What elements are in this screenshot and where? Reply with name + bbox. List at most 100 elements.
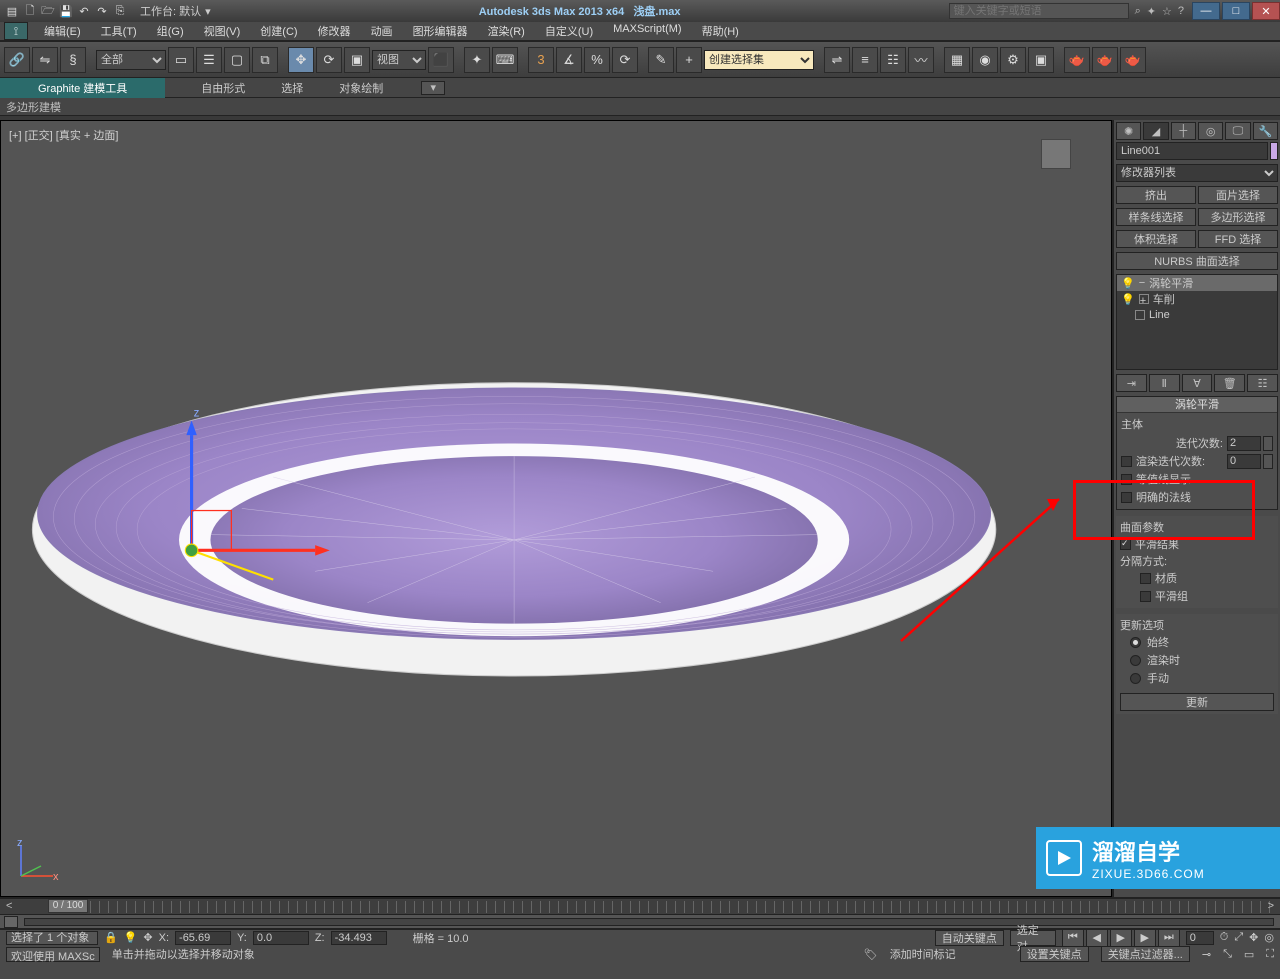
iterations-input[interactable] xyxy=(1227,436,1261,451)
help-search-input[interactable] xyxy=(949,3,1129,19)
utilities-tab-icon[interactable]: 🔧 xyxy=(1253,122,1278,140)
make-unique-icon[interactable]: ∀ xyxy=(1182,374,1213,392)
y-input[interactable] xyxy=(253,931,309,945)
nav-orbit-icon[interactable]: ◎ xyxy=(1264,931,1274,944)
new-icon[interactable]: 🗋 xyxy=(22,3,38,19)
current-frame-input[interactable] xyxy=(1186,931,1214,945)
render-iter-icon[interactable]: 🫖 xyxy=(1092,47,1118,73)
time-config-icon[interactable]: ⏱ xyxy=(1220,931,1229,944)
schematic-view-icon[interactable]: ▦ xyxy=(944,47,970,73)
add-time-tag[interactable]: 添加时间标记 xyxy=(890,946,956,962)
spinner-up-icon[interactable] xyxy=(1263,454,1273,469)
time-tag-icon[interactable]: 🏷 xyxy=(864,948,878,961)
link-icon[interactable]: 🔗 xyxy=(4,47,30,73)
named-sel-edit-icon[interactable]: ✎ xyxy=(648,47,674,73)
track-bar[interactable] xyxy=(0,915,1280,929)
spline-select-button[interactable]: 样条线选择 xyxy=(1116,208,1196,226)
hierarchy-tab-icon[interactable]: ┼ xyxy=(1171,122,1196,140)
close-button[interactable]: ✕ xyxy=(1252,2,1280,20)
patch-select-button[interactable]: 面片选择 xyxy=(1198,186,1278,204)
menu-group[interactable]: 组(G) xyxy=(147,23,194,39)
nav-zoom-extents-icon[interactable]: ⤡ xyxy=(1223,948,1232,961)
sep-material-checkbox[interactable] xyxy=(1140,573,1151,584)
extrude-button[interactable]: 挤出 xyxy=(1116,186,1196,204)
keyboard-shortcut-icon[interactable]: ⌨ xyxy=(492,47,518,73)
isolate-icon[interactable]: 💡 xyxy=(124,931,138,944)
menu-create[interactable]: 创建(C) xyxy=(250,23,307,39)
menu-render[interactable]: 渲染(R) xyxy=(478,23,535,39)
time-slider[interactable]: < 0 / 100 > xyxy=(0,899,1280,915)
rendered-frame-icon[interactable]: ▣ xyxy=(1028,47,1054,73)
snap-3d-icon[interactable]: 3 xyxy=(528,47,554,73)
nav-pan-icon[interactable]: ✥ xyxy=(1249,931,1258,944)
exchange-icon[interactable]: ✦ xyxy=(1147,5,1156,18)
selection-filter[interactable]: 全部 xyxy=(96,50,166,70)
named-selection-set[interactable]: 创建选择集 xyxy=(704,50,814,70)
prev-frame-icon[interactable]: ◀ xyxy=(1086,929,1108,947)
angle-snap-icon[interactable]: ∡ xyxy=(556,47,582,73)
spinner-up-icon[interactable] xyxy=(1263,436,1273,451)
open-icon[interactable]: 🗁 xyxy=(40,3,56,19)
stack-turbosmooth[interactable]: 💡−涡轮平滑 xyxy=(1117,275,1277,291)
render-setup-icon[interactable]: ⚙ xyxy=(1000,47,1026,73)
align-icon[interactable]: ≡ xyxy=(852,47,878,73)
nurbs-select-button[interactable]: NURBS 曲面选择 xyxy=(1116,252,1278,270)
spinner-snap-icon[interactable]: ⟳ xyxy=(612,47,638,73)
goto-end-icon[interactable]: ⏭ xyxy=(1158,929,1180,947)
sep-smoothgrp-checkbox[interactable] xyxy=(1140,591,1151,602)
modifier-list[interactable]: 修改器列表 xyxy=(1116,164,1278,182)
maximize-button[interactable]: □ xyxy=(1222,2,1250,20)
render-iter-input[interactable] xyxy=(1227,454,1261,469)
modify-tab-icon[interactable]: ◢ xyxy=(1143,122,1168,140)
rollout-header[interactable]: 涡轮平滑 xyxy=(1117,397,1277,413)
x-input[interactable] xyxy=(175,931,231,945)
isoline-checkbox[interactable] xyxy=(1121,474,1132,485)
keyfilter-button[interactable]: 关键点过滤器... xyxy=(1101,946,1190,962)
bulb-icon[interactable]: 💡 xyxy=(1121,277,1135,290)
curve-editor-icon[interactable]: 〰 xyxy=(908,47,934,73)
trackbar-toggle-icon[interactable] xyxy=(4,916,18,928)
maxscript-mini-listener[interactable]: 欢迎使用 MAXSc xyxy=(6,947,100,962)
render-active-icon[interactable]: 🫖 xyxy=(1120,47,1146,73)
create-tab-icon[interactable]: ✺ xyxy=(1116,122,1141,140)
rotate-icon[interactable]: ⟳ xyxy=(316,47,342,73)
layer-manager-icon[interactable]: ☷ xyxy=(880,47,906,73)
ref-coord-system[interactable]: 视图 xyxy=(372,50,426,70)
stack-lathe[interactable]: 💡+车削 xyxy=(1117,291,1277,307)
lock-icon[interactable]: 🔒 xyxy=(104,931,118,944)
selection-tab[interactable]: 选择 xyxy=(263,80,321,96)
window-crossing-icon[interactable]: ⧉ xyxy=(252,47,278,73)
scale-icon[interactable]: ▣ xyxy=(344,47,370,73)
select-name-icon[interactable]: ☰ xyxy=(196,47,222,73)
stack-line[interactable]: Line xyxy=(1117,307,1277,323)
explicit-normals-checkbox[interactable] xyxy=(1121,492,1132,503)
link-icon[interactable]: ⎘ xyxy=(112,3,128,19)
freeform-tab[interactable]: 自由形式 xyxy=(183,80,263,96)
select-object-icon[interactable]: ▭ xyxy=(168,47,194,73)
nav-zoom-icon[interactable]: ⤢ xyxy=(1234,931,1243,944)
menu-maxscript[interactable]: MAXScript(M) xyxy=(603,23,691,39)
configure-sets-icon[interactable]: ☷ xyxy=(1247,374,1278,392)
setkey-button[interactable]: 设置关键点 xyxy=(1020,946,1089,962)
bind-spacewarp-icon[interactable]: § xyxy=(60,47,86,73)
menu-graph[interactable]: 图形编辑器 xyxy=(403,23,478,39)
nav-maximize-icon[interactable]: ⛶ xyxy=(1266,948,1274,961)
menu-views[interactable]: 视图(V) xyxy=(194,23,251,39)
save-icon[interactable]: ▤ xyxy=(4,3,20,19)
material-editor-icon[interactable]: ◉ xyxy=(972,47,998,73)
poly-select-button[interactable]: 多边形选择 xyxy=(1198,208,1278,226)
render-prod-icon[interactable]: 🫖 xyxy=(1064,47,1090,73)
menu-edit[interactable]: 编辑(E) xyxy=(34,23,91,39)
update-render-radio[interactable] xyxy=(1130,655,1141,666)
render-iter-checkbox[interactable] xyxy=(1121,456,1132,467)
nav-fov-icon[interactable]: ▭ xyxy=(1244,948,1254,961)
viewport[interactable]: [+] [正交] [真实 + 边面] xyxy=(0,120,1112,897)
undo-icon[interactable]: ↶ xyxy=(76,3,92,19)
smooth-result-checkbox[interactable] xyxy=(1120,539,1131,550)
paint-tab[interactable]: 对象绘制 xyxy=(321,80,401,96)
menu-modifiers[interactable]: 修改器 xyxy=(308,23,361,39)
next-frame-icon[interactable]: ▶ xyxy=(1134,929,1156,947)
key-mode-icon[interactable]: ⊸ xyxy=(1202,948,1211,961)
time-slider-knob[interactable]: 0 / 100 xyxy=(48,899,88,913)
z-input[interactable] xyxy=(331,931,387,945)
